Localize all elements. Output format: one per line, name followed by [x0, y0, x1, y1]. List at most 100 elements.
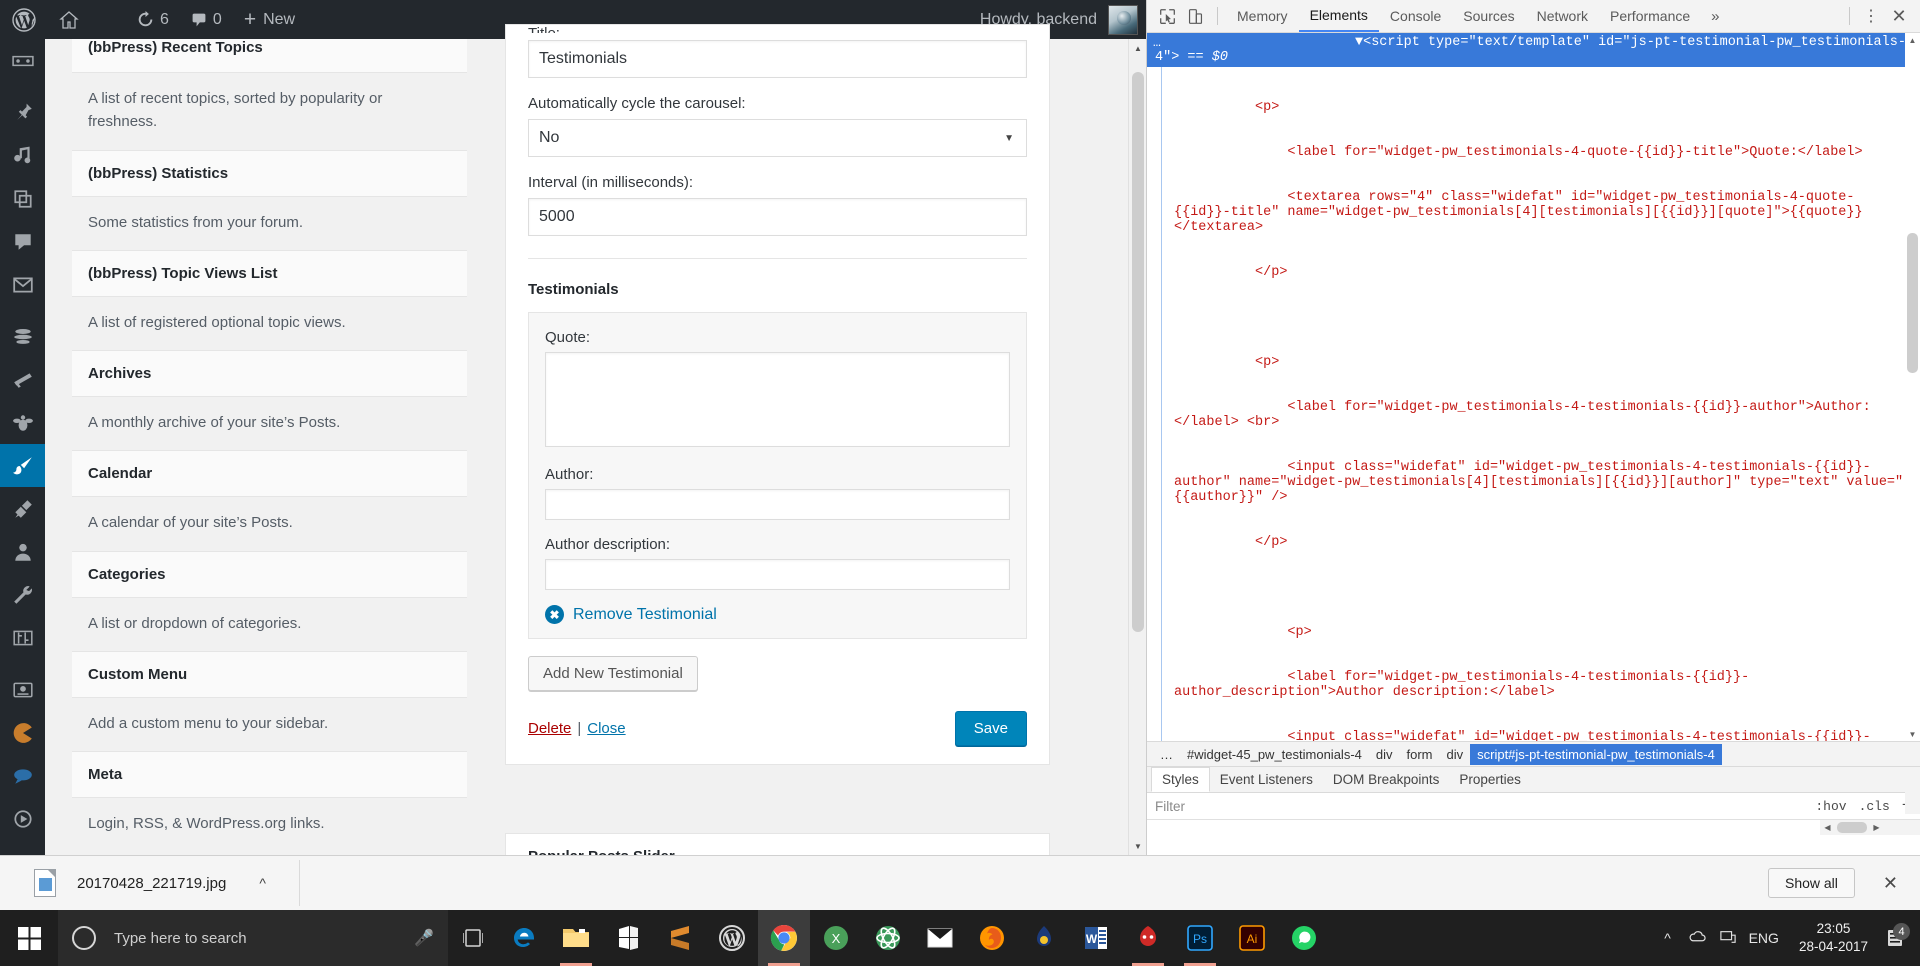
download-item[interactable]: 20170428_221719.jpg ^	[0, 869, 266, 897]
breadcrumb-item-div[interactable]: div	[1369, 744, 1400, 765]
interval-input[interactable]	[528, 198, 1027, 236]
search-input[interactable]: Type here to search 🎤	[58, 910, 448, 966]
updates-indicator[interactable]: 6	[126, 0, 180, 39]
close-link[interactable]: Close	[587, 720, 625, 737]
taskbar-app-chrome[interactable]	[758, 910, 810, 966]
show-all-button[interactable]: Show all	[1767, 868, 1855, 898]
scroll-down-icon[interactable]: ▼	[1905, 727, 1920, 741]
author-description-input[interactable]	[545, 559, 1010, 590]
sidebar-item-replies[interactable]	[0, 401, 45, 444]
cls-toggle[interactable]: .cls	[1859, 799, 1890, 814]
sidebar-item-tools[interactable]	[0, 573, 45, 616]
chevron-double-right-icon[interactable]: »	[1701, 8, 1729, 25]
sidebar-item-dashboard[interactable]	[0, 39, 45, 82]
sidebar-item-posts[interactable]	[0, 91, 45, 134]
tab-console[interactable]: Console	[1379, 0, 1452, 32]
new-content-button[interactable]: + New	[233, 0, 306, 39]
scroll-up-icon[interactable]: ▲	[1905, 33, 1920, 47]
sidebar-item-plugins[interactable]	[0, 487, 45, 530]
tab-dom-breakpoints[interactable]: DOM Breakpoints	[1323, 767, 1450, 792]
taskbar-app-idm[interactable]	[1122, 910, 1174, 966]
taskbar-app-file-explorer[interactable]	[550, 910, 602, 966]
taskbar-app-xampp[interactable]: X	[810, 910, 862, 966]
sidebar-item-contact[interactable]	[0, 263, 45, 306]
tab-properties[interactable]: Properties	[1449, 767, 1531, 792]
microphone-icon[interactable]: 🎤	[414, 928, 434, 948]
filter-input[interactable]: Filter	[1155, 799, 1185, 814]
taskbar-app-mail[interactable]	[914, 910, 966, 966]
clock[interactable]: 23:05 28-04-2017	[1799, 920, 1868, 956]
dom-selected-node[interactable]: … ▼<script type="text/template" id="js-p…	[1147, 33, 1920, 67]
comments-indicator[interactable]: 0	[180, 0, 233, 39]
title-input[interactable]	[528, 40, 1027, 78]
widget-card-title[interactable]: Meta	[72, 751, 467, 798]
next-widget-card[interactable]: Popular Posts Slider	[505, 833, 1050, 855]
cycle-select[interactable]: No ▼	[528, 119, 1027, 157]
scroll-down-icon[interactable]: ▼	[1129, 837, 1146, 855]
scrollbar-thumb[interactable]	[1837, 822, 1867, 833]
taskbar-app-sublime-text[interactable]	[654, 910, 706, 966]
sidebar-item-video-plugin[interactable]	[0, 797, 45, 840]
sidebar-item-appearance[interactable]	[0, 444, 53, 487]
task-view-icon[interactable]	[448, 910, 498, 966]
sidebar-item-forums[interactable]	[0, 315, 45, 358]
tab-sources[interactable]: Sources	[1452, 0, 1525, 32]
wordpress-logo-icon[interactable]	[0, 0, 48, 39]
tab-performance[interactable]: Performance	[1599, 0, 1701, 32]
widget-card-title[interactable]: Custom Menu	[72, 650, 467, 698]
tab-network[interactable]: Network	[1526, 0, 1599, 32]
taskbar-app-whatsapp[interactable]	[1278, 910, 1330, 966]
breadcrumb-item-widget[interactable]: #widget-45_pw_testimonials-4	[1180, 744, 1369, 765]
widget-card-title[interactable]: Archives	[72, 350, 467, 397]
windows-start-icon[interactable]	[0, 910, 58, 966]
remove-testimonial-link[interactable]: ✖ Remove Testimonial	[545, 605, 1010, 624]
dom-scrollbar[interactable]: ▲ ▼	[1905, 33, 1920, 741]
breadcrumb-item-script[interactable]: script#js-pt-testimonial-pw_testimonials…	[1470, 743, 1722, 765]
taskbar-app-microsoft-store[interactable]	[602, 910, 654, 966]
author-input[interactable]	[545, 489, 1010, 520]
sidebar-item-backup[interactable]	[0, 668, 45, 711]
taskbar-app-photoshop[interactable]: Ps	[1174, 910, 1226, 966]
taskbar-app-edge[interactable]	[498, 910, 550, 966]
sidebar-item-chat-plugin[interactable]	[0, 754, 45, 797]
tab-styles[interactable]: Styles	[1151, 767, 1210, 792]
tab-event-listeners[interactable]: Event Listeners	[1210, 767, 1323, 792]
site-home-icon[interactable]	[48, 0, 90, 39]
breadcrumb-item-div-2[interactable]: div	[1440, 744, 1471, 765]
styles-horizontal-scrollbar[interactable]: ◀ ▶	[1820, 819, 1920, 835]
tab-elements[interactable]: Elements	[1298, 0, 1379, 32]
chevron-up-icon[interactable]: ^	[1653, 930, 1683, 946]
tab-memory[interactable]: Memory	[1226, 0, 1299, 32]
scroll-left-icon[interactable]: ◀	[1820, 823, 1835, 832]
hov-toggle[interactable]: :hov	[1815, 799, 1846, 814]
close-icon[interactable]: ✕	[1884, 6, 1914, 27]
page-scrollbar[interactable]: ▲ ▼	[1128, 39, 1146, 855]
save-button[interactable]: Save	[954, 711, 1027, 746]
sidebar-item-users[interactable]	[0, 530, 45, 573]
widget-card-title[interactable]: Calendar	[72, 450, 467, 498]
widget-card-title[interactable]: (bbPress) Recent Topics	[72, 39, 467, 73]
breadcrumb-item-ellipsis[interactable]: …	[1153, 744, 1180, 765]
chevron-up-icon[interactable]: ^	[259, 875, 266, 891]
sidebar-item-settings[interactable]	[0, 616, 45, 659]
sidebar-item-pages[interactable]	[0, 177, 45, 220]
styles-vertical-scrollbar[interactable]	[1905, 784, 1920, 814]
sidebar-item-pacman-plugin[interactable]	[0, 711, 45, 754]
onedrive-icon[interactable]	[1683, 930, 1713, 947]
taskbar-app-navicat[interactable]	[1018, 910, 1070, 966]
breadcrumb-item-form[interactable]: form	[1400, 744, 1440, 765]
taskbar-app-wordpress[interactable]	[706, 910, 758, 966]
device-toolbar-icon[interactable]	[1181, 2, 1209, 30]
add-new-testimonial-button[interactable]: Add New Testimonial	[528, 656, 698, 691]
taskbar-app-atom[interactable]	[862, 910, 914, 966]
sidebar-item-media[interactable]	[0, 134, 45, 177]
scroll-up-icon[interactable]: ▲	[1129, 39, 1146, 57]
scrollbar-thumb[interactable]	[1132, 72, 1144, 632]
close-icon[interactable]: ✕	[1883, 873, 1898, 894]
scrollbar-thumb[interactable]	[1907, 233, 1918, 373]
language-indicator[interactable]: ENG	[1749, 930, 1779, 946]
taskbar-app-firefox[interactable]	[966, 910, 1018, 966]
taskbar-app-word[interactable]: W	[1070, 910, 1122, 966]
inspect-cursor-icon[interactable]	[1153, 2, 1181, 30]
widget-card-title[interactable]: (bbPress) Statistics	[72, 149, 467, 197]
